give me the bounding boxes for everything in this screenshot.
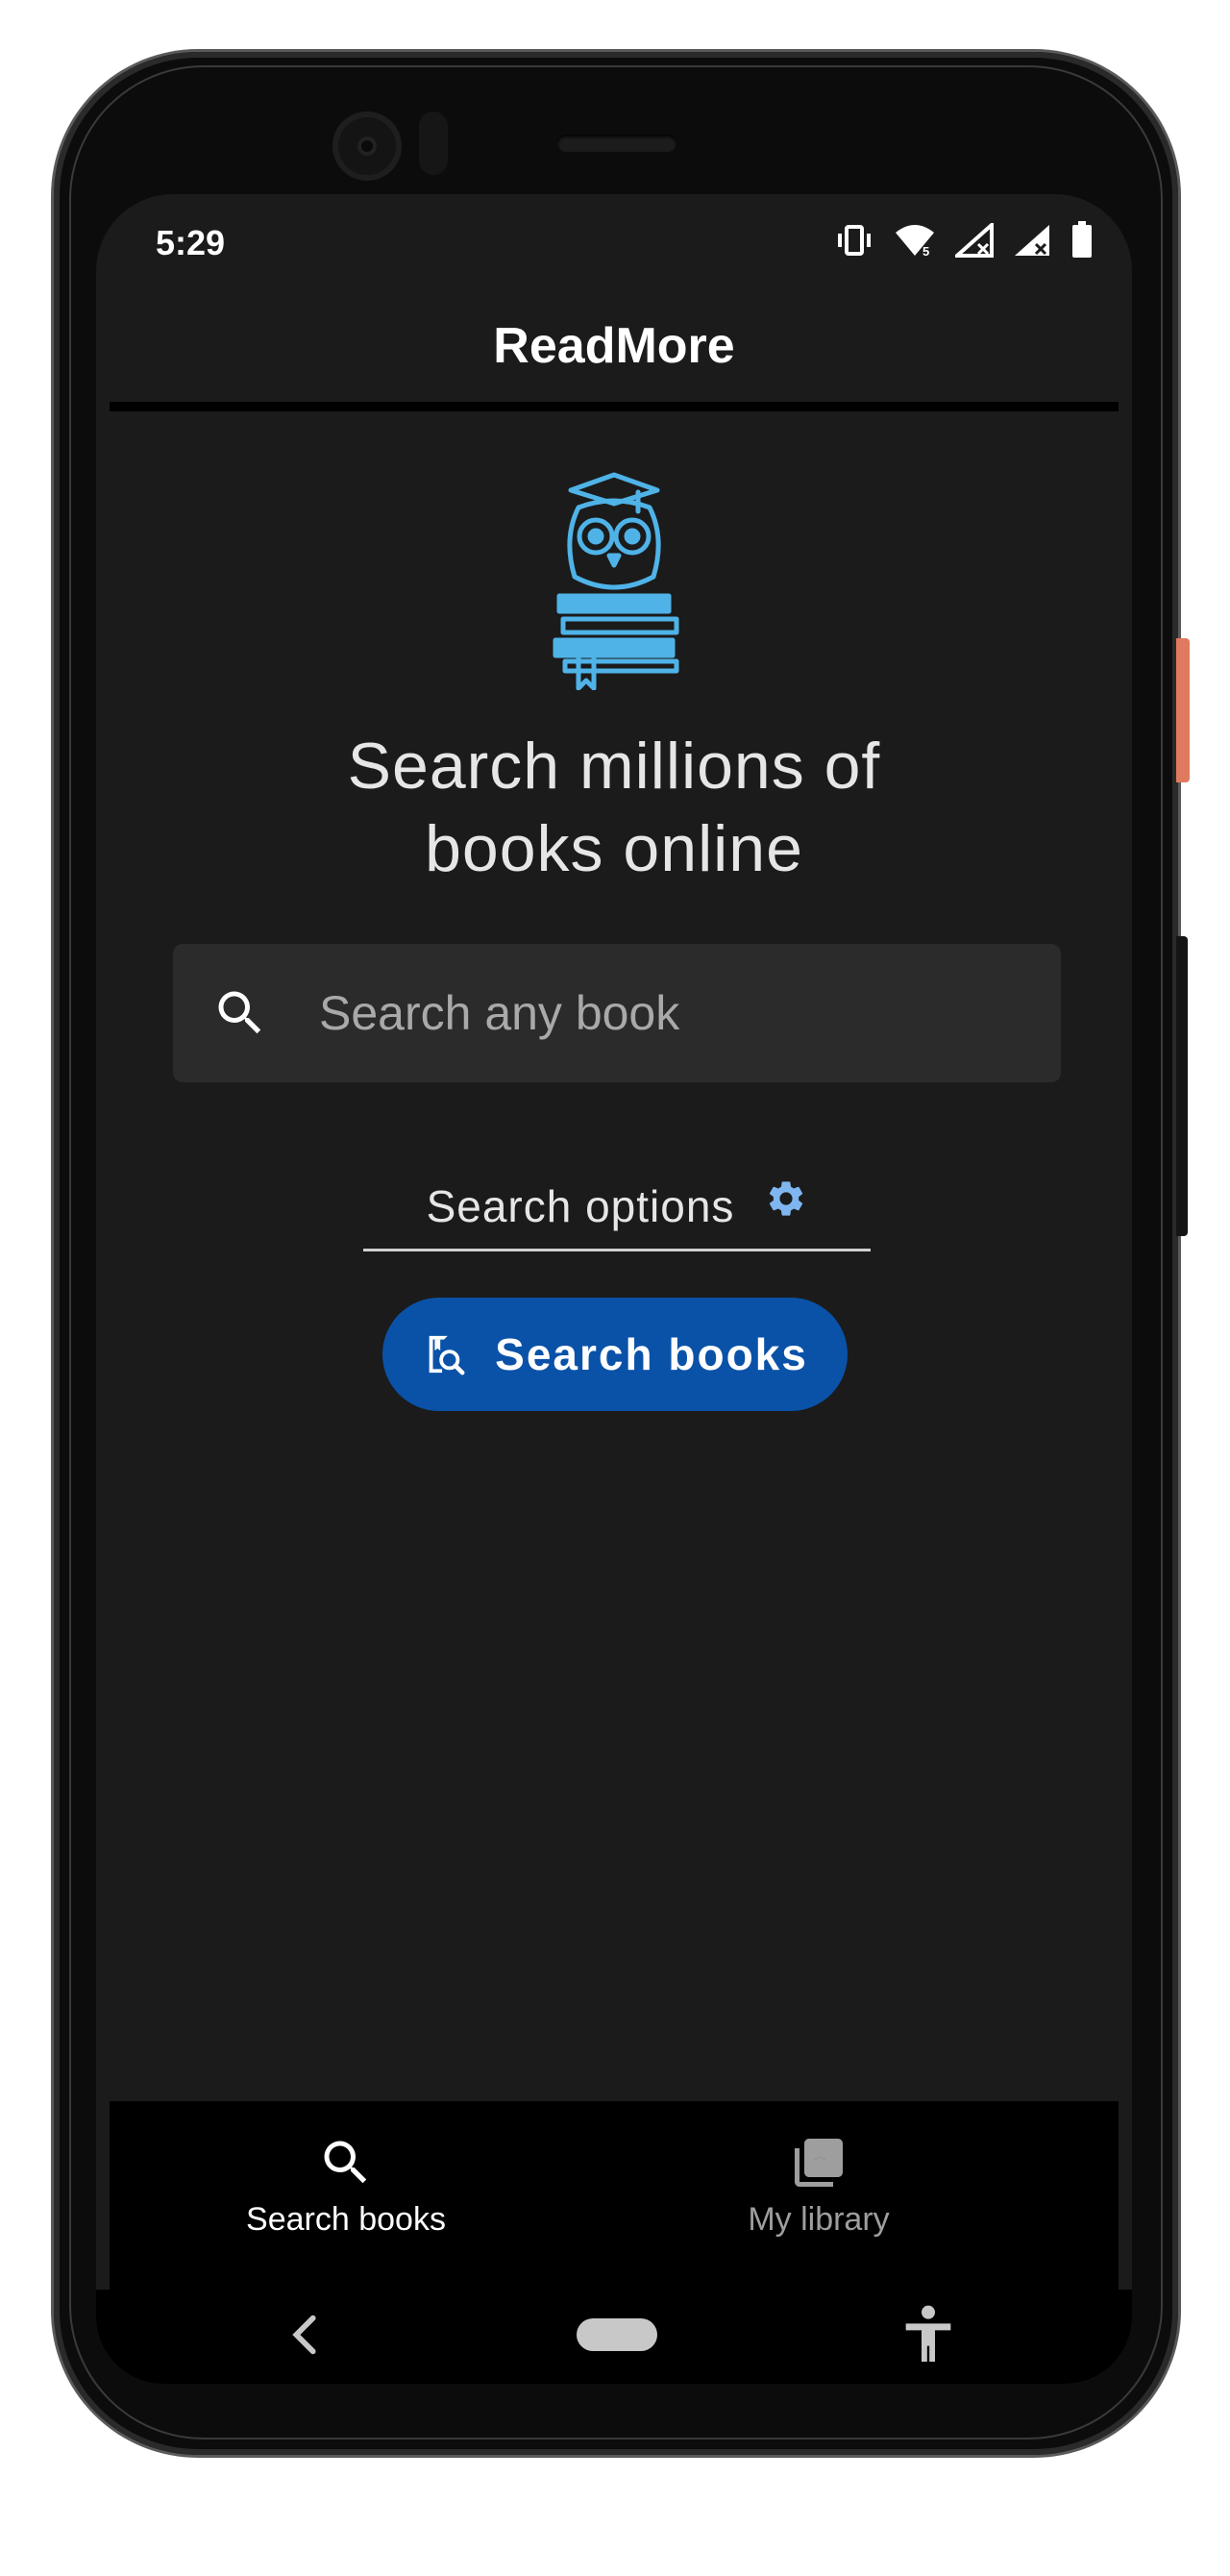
search-options-label: Search options	[426, 1180, 735, 1231]
accessibility-icon[interactable]	[901, 2303, 955, 2366]
front-camera	[332, 111, 402, 181]
search-field[interactable]	[173, 944, 1061, 1082]
nav-item-my-library[interactable]: My library	[675, 2134, 963, 2239]
app-screen: 5:29 5 ReadMore Search millions of books…	[96, 194, 1132, 2384]
vibrate-icon	[838, 225, 871, 256]
search-icon	[218, 991, 261, 1034]
status-icons: 5	[834, 221, 1094, 260]
battery-icon	[1072, 221, 1092, 258]
volume-button	[1176, 936, 1188, 1236]
back-icon[interactable]	[286, 2311, 325, 2359]
book-search-icon	[429, 1335, 465, 1375]
signal-icon	[1015, 225, 1049, 256]
headline-line-1: Search millions of	[347, 730, 881, 803]
nav-item-search-books[interactable]: Search books	[202, 2134, 490, 2239]
search-input[interactable]	[319, 985, 992, 1041]
app-bar: ReadMore	[110, 290, 1119, 411]
gear-icon[interactable]	[765, 1177, 807, 1220]
signal-icon	[955, 223, 994, 258]
owl-books-logo	[553, 472, 679, 690]
wifi-icon: 5	[896, 225, 934, 258]
earpiece-speaker	[557, 135, 676, 152]
library-icon	[795, 2139, 843, 2187]
nav-label-search-books: Search books	[246, 2201, 446, 2238]
status-bar: 5:29 5	[96, 194, 1132, 290]
bottom-navigation: Search books My library	[110, 2101, 1119, 2290]
headline: Search millions of books online	[96, 725, 1132, 890]
status-time: 5:29	[156, 223, 226, 262]
search-icon	[324, 2141, 367, 2184]
home-pill[interactable]	[577, 2318, 657, 2351]
headline-line-2: books online	[425, 812, 803, 885]
proximity-sensor	[419, 111, 448, 175]
search-options-dropdown[interactable]: Search options	[363, 1163, 871, 1251]
system-navigation-bar	[96, 2290, 1132, 2384]
power-button	[1176, 638, 1190, 782]
svg-text:5: 5	[922, 244, 929, 258]
nav-label-my-library: My library	[748, 2201, 890, 2238]
search-books-label: Search books	[495, 1329, 808, 1379]
app-title: ReadMore	[493, 318, 735, 374]
search-books-button[interactable]: Search books	[382, 1298, 848, 1411]
